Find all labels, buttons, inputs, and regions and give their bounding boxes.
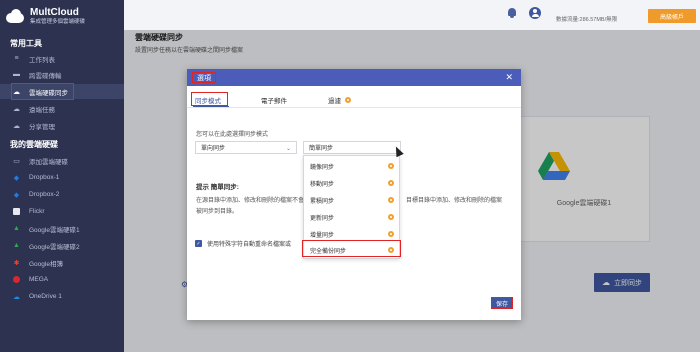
- dropdown-item-mirror-sync[interactable]: 鏡像同步: [304, 158, 401, 175]
- sync-mode-select[interactable]: 簡單同步: [303, 141, 401, 154]
- google-drive-icon: ▲: [13, 242, 20, 249]
- sidebar: MultCloud 集成管理多個雲端硬碟 常用工具 ≡ 工作列表 ▬ 跨雲碟傳輸…: [0, 0, 124, 352]
- hint-text: 在源目錄中添加、修改和刪除的檔案不會被同步到目錄。: [196, 198, 305, 215]
- section-tools-title: 常用工具: [10, 39, 42, 48]
- premium-icon: [388, 197, 394, 203]
- hint-title: 提示 簡單同步:: [196, 184, 239, 191]
- app-tagline: 集成管理多個雲端硬碟: [30, 18, 86, 25]
- share-icon: ☁: [13, 122, 20, 130]
- sidebar-item-google-drive-2[interactable]: ▲ Google雲端硬碟2: [0, 238, 124, 253]
- flickr-icon: [12, 208, 21, 216]
- mega-icon: [12, 276, 21, 284]
- cloud-upload-icon: ☁: [13, 105, 20, 113]
- premium-icon: [345, 96, 351, 103]
- save-button[interactable]: 保存: [491, 297, 513, 309]
- folder-icon: ▬: [13, 71, 20, 78]
- google-drive-icon: ▲: [13, 225, 20, 232]
- highlight-box-sidebar: [11, 83, 74, 100]
- rename-checkbox-row[interactable]: ✓ 使用特殊字符自動重命名檔案或: [195, 239, 291, 248]
- premium-icon: [388, 214, 394, 220]
- section-drives-title: 我的雲端硬碟: [10, 140, 58, 149]
- sync-mode-prompt: 您可以在此處選擇同步模式: [196, 132, 269, 138]
- highlight-box-tab: [191, 92, 228, 106]
- tab-email[interactable]: 電子郵件: [261, 93, 287, 106]
- sidebar-item-dropbox-1[interactable]: ◆ Dropbox-1: [0, 170, 124, 185]
- sidebar-item-tasks[interactable]: ≡ 工作列表: [0, 51, 124, 66]
- premium-icon: [388, 180, 394, 186]
- onedrive-icon: ☁: [13, 293, 20, 301]
- dropdown-item-move-sync[interactable]: 移動同步: [304, 175, 401, 192]
- sync-direction-select[interactable]: 單向同步 ⌄: [195, 141, 297, 154]
- premium-icon: [388, 231, 394, 237]
- chevron-down-icon: ⌄: [285, 146, 291, 152]
- dropdown-item-update-sync[interactable]: 更新同步: [304, 209, 401, 226]
- sidebar-item-flickr[interactable]: Flickr: [0, 204, 124, 219]
- cloud-logo-icon: [4, 8, 26, 24]
- sidebar-item-add-drive[interactable]: ▭ 添加雲端硬碟: [0, 153, 124, 168]
- tabs-divider: [187, 107, 521, 108]
- user-avatar[interactable]: [529, 7, 541, 19]
- sidebar-item-mega[interactable]: MEGA: [0, 272, 124, 287]
- sidebar-item-transfer[interactable]: ▬ 跨雲碟傳輸: [0, 67, 124, 82]
- dropbox-icon: ◆: [13, 174, 20, 182]
- sidebar-item-remote-upload[interactable]: ☁ 遠端任務: [0, 101, 124, 116]
- google-photos-icon: ✱: [13, 259, 20, 267]
- bell-icon[interactable]: [507, 8, 517, 19]
- list-icon: ≡: [14, 55, 19, 62]
- sidebar-item-google-drive-1[interactable]: ▲ Google雲端硬碟1: [0, 221, 124, 236]
- sidebar-item-dropbox-2[interactable]: ◆ Dropbox-2: [0, 187, 124, 202]
- dialog-header: 選項 ✕: [187, 69, 521, 86]
- app-name: MultCloud: [30, 6, 79, 18]
- upgrade-button[interactable]: 高級帳戶: [648, 9, 696, 23]
- sidebar-item-share[interactable]: ☁ 分享管理: [0, 118, 124, 133]
- add-drive-icon: ▭: [13, 157, 20, 165]
- close-icon[interactable]: ✕: [505, 72, 513, 83]
- checkbox-checked-icon[interactable]: ✓: [195, 240, 202, 247]
- highlight-box-full-backup: [302, 240, 401, 257]
- top-bar: 數據流量:286.57MB/無限 高級帳戶: [124, 0, 700, 30]
- app-logo[interactable]: MultCloud 集成管理多個雲端硬碟: [4, 4, 85, 28]
- dialog-title: 選項: [192, 72, 216, 83]
- premium-icon: [388, 163, 394, 169]
- sidebar-item-onedrive-1[interactable]: ☁ OneDrive 1: [0, 289, 124, 304]
- dropbox-icon: ◆: [13, 191, 20, 199]
- sidebar-item-google-photos[interactable]: ✱ Google相簿: [0, 255, 124, 270]
- dropdown-item-cumulative-sync[interactable]: 累積同步: [304, 192, 401, 209]
- tab-filter[interactable]: 過濾: [328, 93, 351, 106]
- hint-text-right: 目標目錄中添加、修改和刪除的檔案: [406, 198, 503, 204]
- quota-text: 數據流量:286.57MB/無限: [556, 17, 618, 23]
